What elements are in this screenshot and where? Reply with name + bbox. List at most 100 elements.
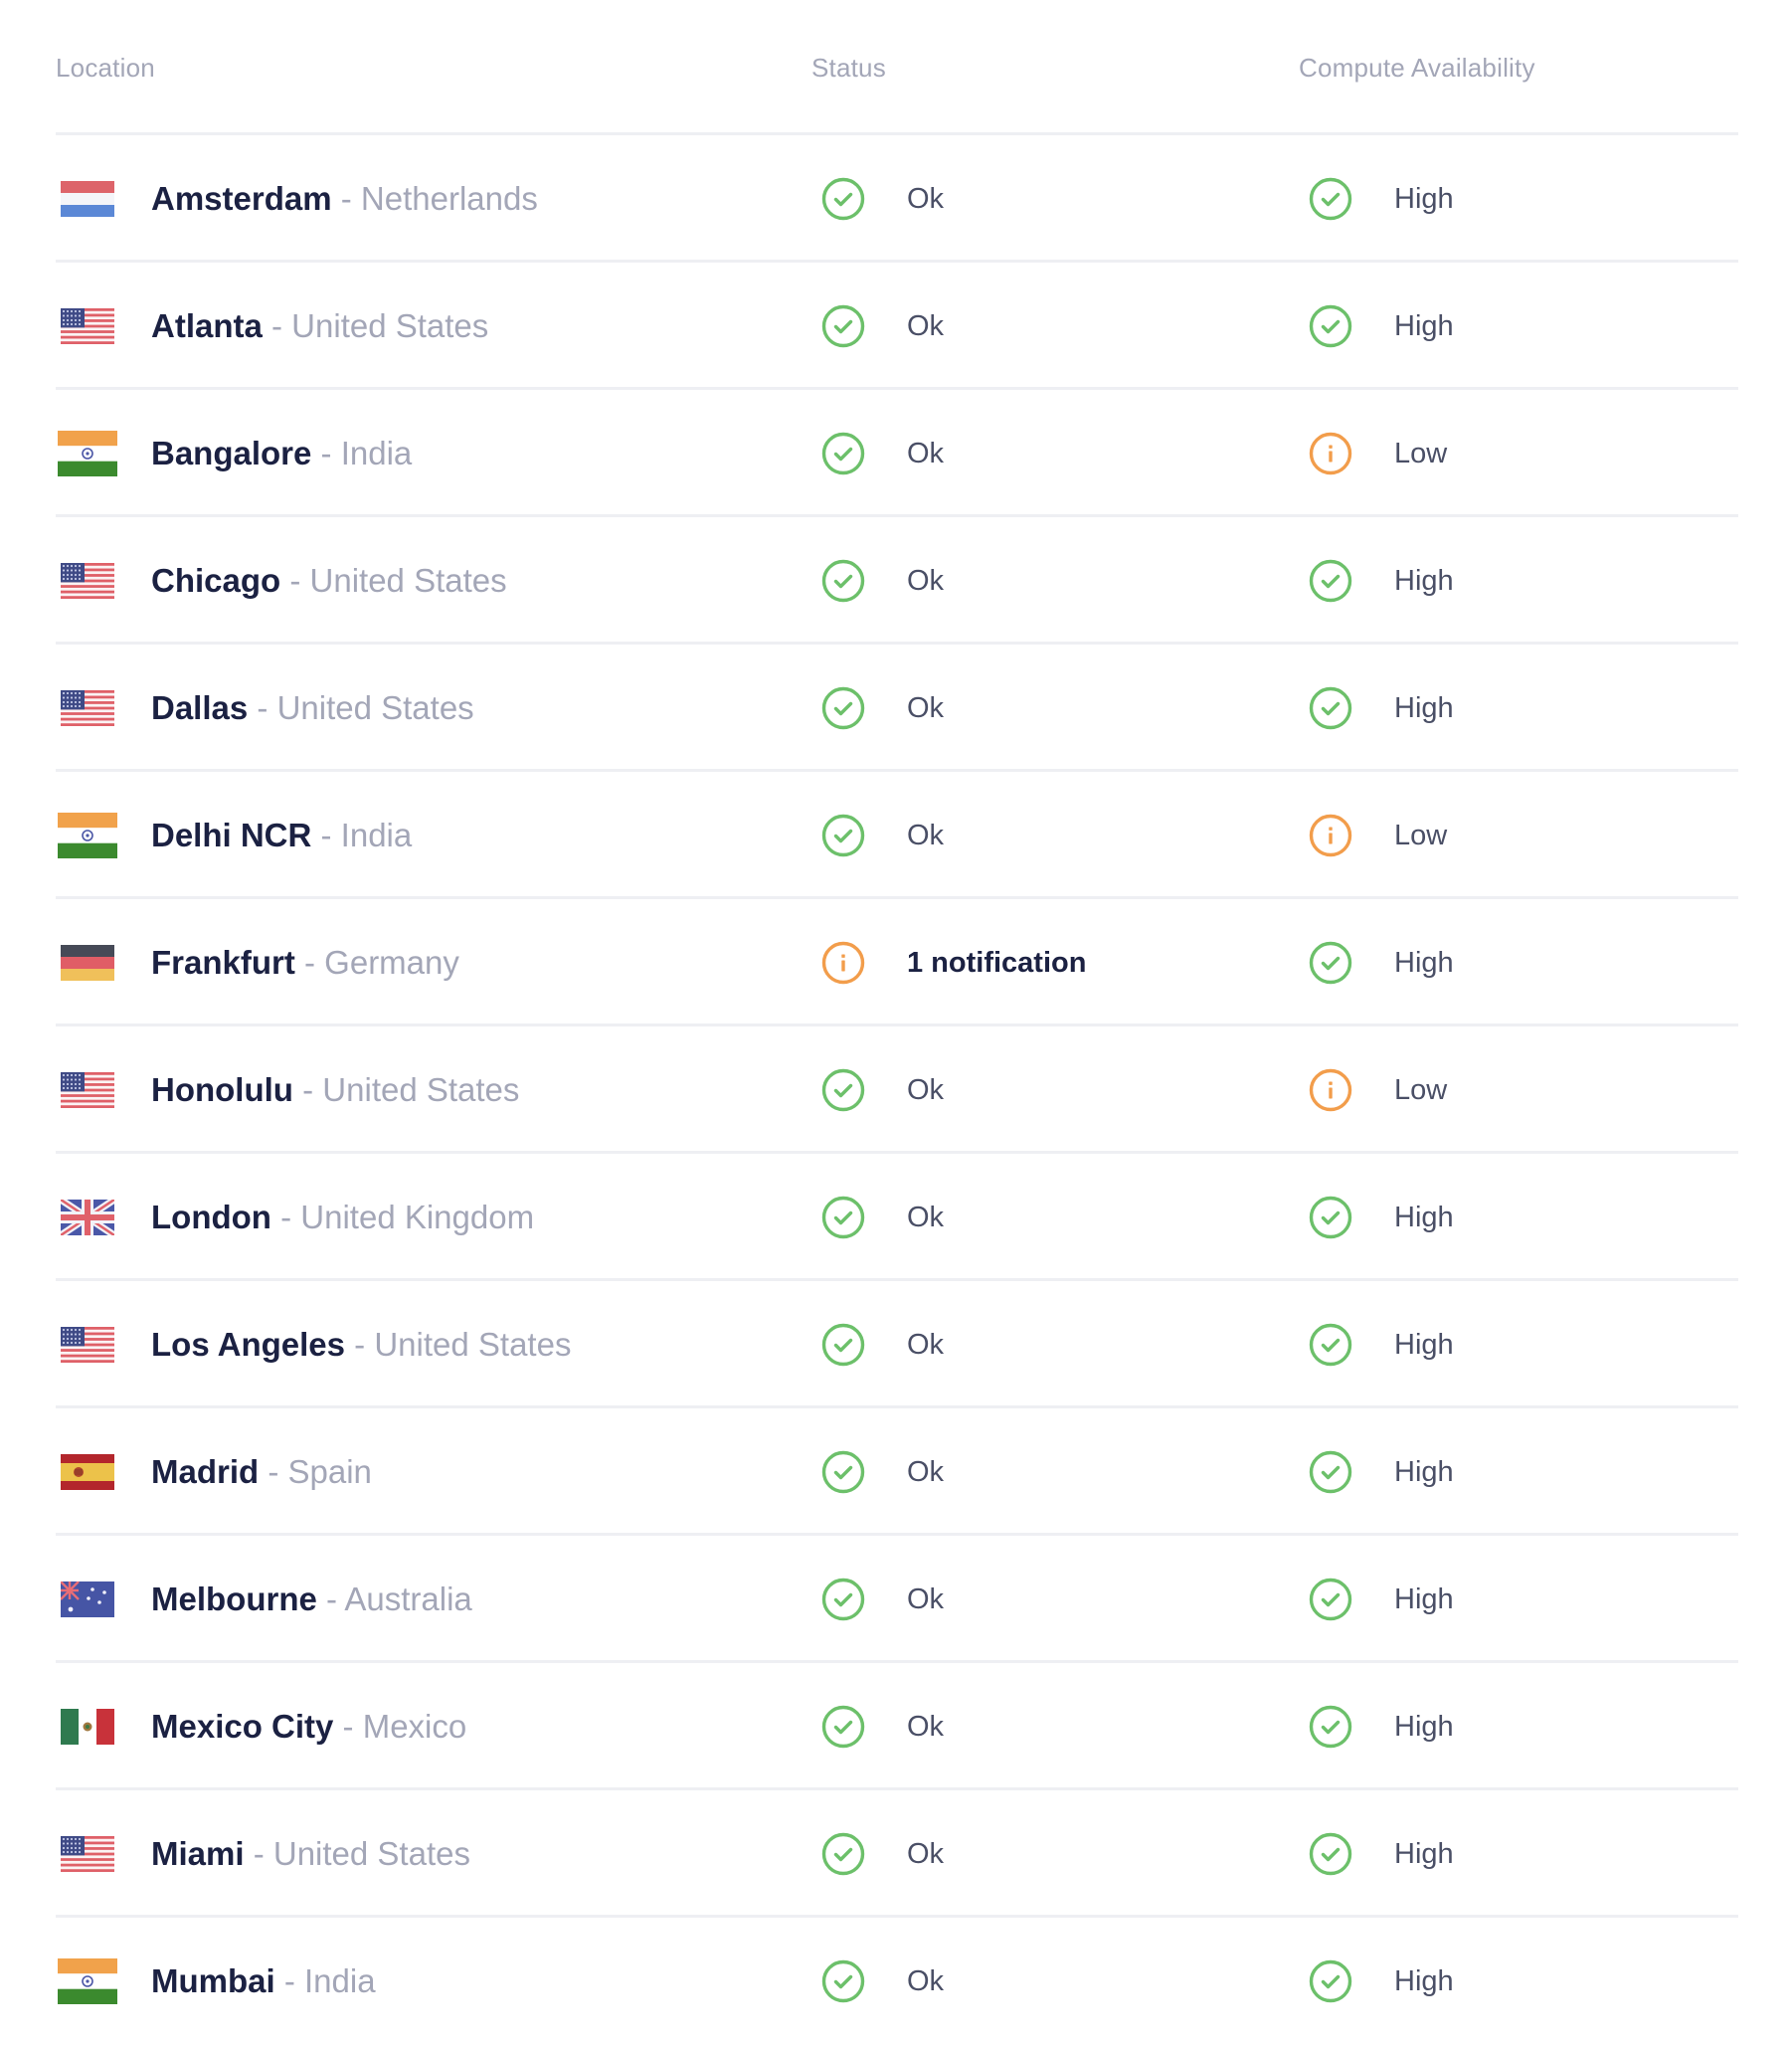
compute-check-circle-icon: [1309, 559, 1352, 603]
country-name: United States: [291, 307, 489, 344]
compute-availability-text: Low: [1394, 819, 1448, 851]
flag-united-states-icon: [61, 308, 114, 344]
table-row[interactable]: London - United Kingdom Ok High: [56, 1154, 1738, 1281]
location-separator: -: [316, 1580, 345, 1617]
table-row[interactable]: Mexico City - Mexico Ok High: [56, 1663, 1738, 1790]
city-name: Melbourne: [151, 1580, 317, 1617]
location-separator: -: [294, 944, 325, 981]
compute-availability-text: High: [1394, 309, 1454, 342]
location-label: London - United Kingdom: [151, 1198, 534, 1237]
compute-check-circle-icon: [1309, 1832, 1352, 1876]
status-cell: Ok: [821, 559, 944, 603]
table-row[interactable]: Chicago - United States Ok High: [56, 517, 1738, 645]
flag-mexico-icon: [61, 1709, 114, 1745]
status-text: Ok: [907, 309, 945, 342]
city-name: Miami: [151, 1835, 245, 1872]
location-label: Mumbai - India: [151, 1961, 376, 2001]
status-check-circle-icon: [821, 1959, 865, 2003]
city-name: Atlanta: [151, 307, 263, 344]
location-separator: -: [259, 1453, 288, 1490]
flag-india-icon: [58, 813, 117, 858]
status-cell: Ok: [821, 1959, 944, 2003]
compute-availability-text: High: [1394, 946, 1454, 979]
column-header-location[interactable]: Location: [56, 53, 155, 84]
flag-spain-icon: [61, 1454, 114, 1490]
status-text: Ok: [907, 437, 945, 469]
compute-check-circle-icon: [1309, 686, 1352, 730]
table-row[interactable]: Miami - United States Ok High: [56, 1790, 1738, 1918]
status-cell: Ok: [821, 1832, 944, 1876]
compute-availability-cell: Low: [1309, 432, 1447, 475]
status-check-circle-icon: [821, 1450, 865, 1494]
compute-check-circle-icon: [1309, 177, 1352, 221]
city-name: Los Angeles: [151, 1326, 345, 1363]
compute-availability-cell: High: [1309, 1705, 1454, 1749]
compute-check-circle-icon: [1309, 1578, 1352, 1621]
country-name: Spain: [287, 1453, 372, 1490]
table-row[interactable]: Madrid - Spain Ok High: [56, 1408, 1738, 1536]
table-row[interactable]: Frankfurt - Germany 1 notification High: [56, 899, 1738, 1026]
compute-check-circle-icon: [1309, 1450, 1352, 1494]
table-row[interactable]: Bangalore - India Ok Low: [56, 390, 1738, 517]
table-row[interactable]: Atlanta - United States Ok High: [56, 263, 1738, 390]
status-check-circle-icon: [821, 1323, 865, 1367]
city-name: Mumbai: [151, 1962, 275, 1999]
table-row[interactable]: Dallas - United States Ok High: [56, 645, 1738, 772]
notification-link[interactable]: 1 notification: [907, 947, 1086, 980]
column-header-status[interactable]: Status: [811, 53, 886, 84]
locations-table: Location Status Compute Availability Ams…: [56, 0, 1738, 2045]
status-cell: Ok: [821, 1068, 944, 1112]
table-row[interactable]: Los Angeles - United States Ok High: [56, 1281, 1738, 1408]
city-name: London: [151, 1199, 271, 1235]
status-check-circle-icon: [821, 177, 865, 221]
compute-availability-text: High: [1394, 1837, 1454, 1870]
compute-availability-text: High: [1394, 1710, 1454, 1743]
table-header: Location Status Compute Availability: [56, 0, 1738, 135]
compute-availability-cell: High: [1309, 1578, 1454, 1621]
flag-united-states-icon: [61, 563, 114, 599]
status-text: Ok: [907, 1455, 945, 1488]
status-check-circle-icon: [821, 1832, 865, 1876]
location-separator: -: [270, 1199, 301, 1235]
location-label: Chicago - United States: [151, 561, 507, 601]
location-label: Amsterdam - Netherlands: [151, 179, 538, 219]
status-cell: 1 notification: [821, 941, 1086, 985]
flag-united-states-icon: [61, 1327, 114, 1363]
compute-availability-cell: High: [1309, 686, 1454, 730]
status-text: Ok: [907, 1073, 945, 1106]
status-cell: Ok: [821, 814, 944, 857]
country-name: United Kingdom: [300, 1199, 535, 1235]
country-name: United States: [276, 689, 474, 726]
status-text: Ok: [907, 1964, 945, 1997]
location-separator: -: [280, 562, 310, 599]
compute-check-circle-icon: [1309, 941, 1352, 985]
location-separator: -: [333, 1708, 363, 1745]
table-row[interactable]: Melbourne - Australia Ok High: [56, 1536, 1738, 1663]
status-cell: Ok: [821, 177, 944, 221]
table-row[interactable]: Mumbai - India Ok High: [56, 1918, 1738, 2045]
country-name: United States: [309, 562, 507, 599]
status-cell: Ok: [821, 686, 944, 730]
compute-availability-text: High: [1394, 1201, 1454, 1233]
compute-check-circle-icon: [1309, 1705, 1352, 1749]
flag-australia-icon: [61, 1581, 114, 1617]
flag-india-icon: [58, 431, 117, 476]
compute-availability-text: Low: [1394, 437, 1448, 469]
country-name: United States: [322, 1071, 520, 1108]
table-row[interactable]: Amsterdam - Netherlands Ok High: [56, 135, 1738, 263]
column-header-compute-availability[interactable]: Compute Availability: [1299, 53, 1535, 84]
compute-availability-text: High: [1394, 1582, 1454, 1615]
status-text: Ok: [907, 1837, 945, 1870]
country-name: India: [340, 817, 413, 853]
table-row[interactable]: Delhi NCR - India Ok Low: [56, 772, 1738, 899]
compute-info-circle-icon: [1309, 432, 1352, 475]
flag-united-states-icon: [61, 1836, 114, 1872]
status-check-circle-icon: [821, 559, 865, 603]
compute-availability-text: Low: [1394, 1073, 1448, 1106]
compute-availability-cell: Low: [1309, 814, 1447, 857]
status-check-circle-icon: [821, 814, 865, 857]
table-row[interactable]: Honolulu - United States Ok Low: [56, 1026, 1738, 1154]
flag-united-kingdom-icon: [61, 1200, 114, 1235]
status-text: Ok: [907, 1582, 945, 1615]
location-label: Bangalore - India: [151, 434, 412, 473]
